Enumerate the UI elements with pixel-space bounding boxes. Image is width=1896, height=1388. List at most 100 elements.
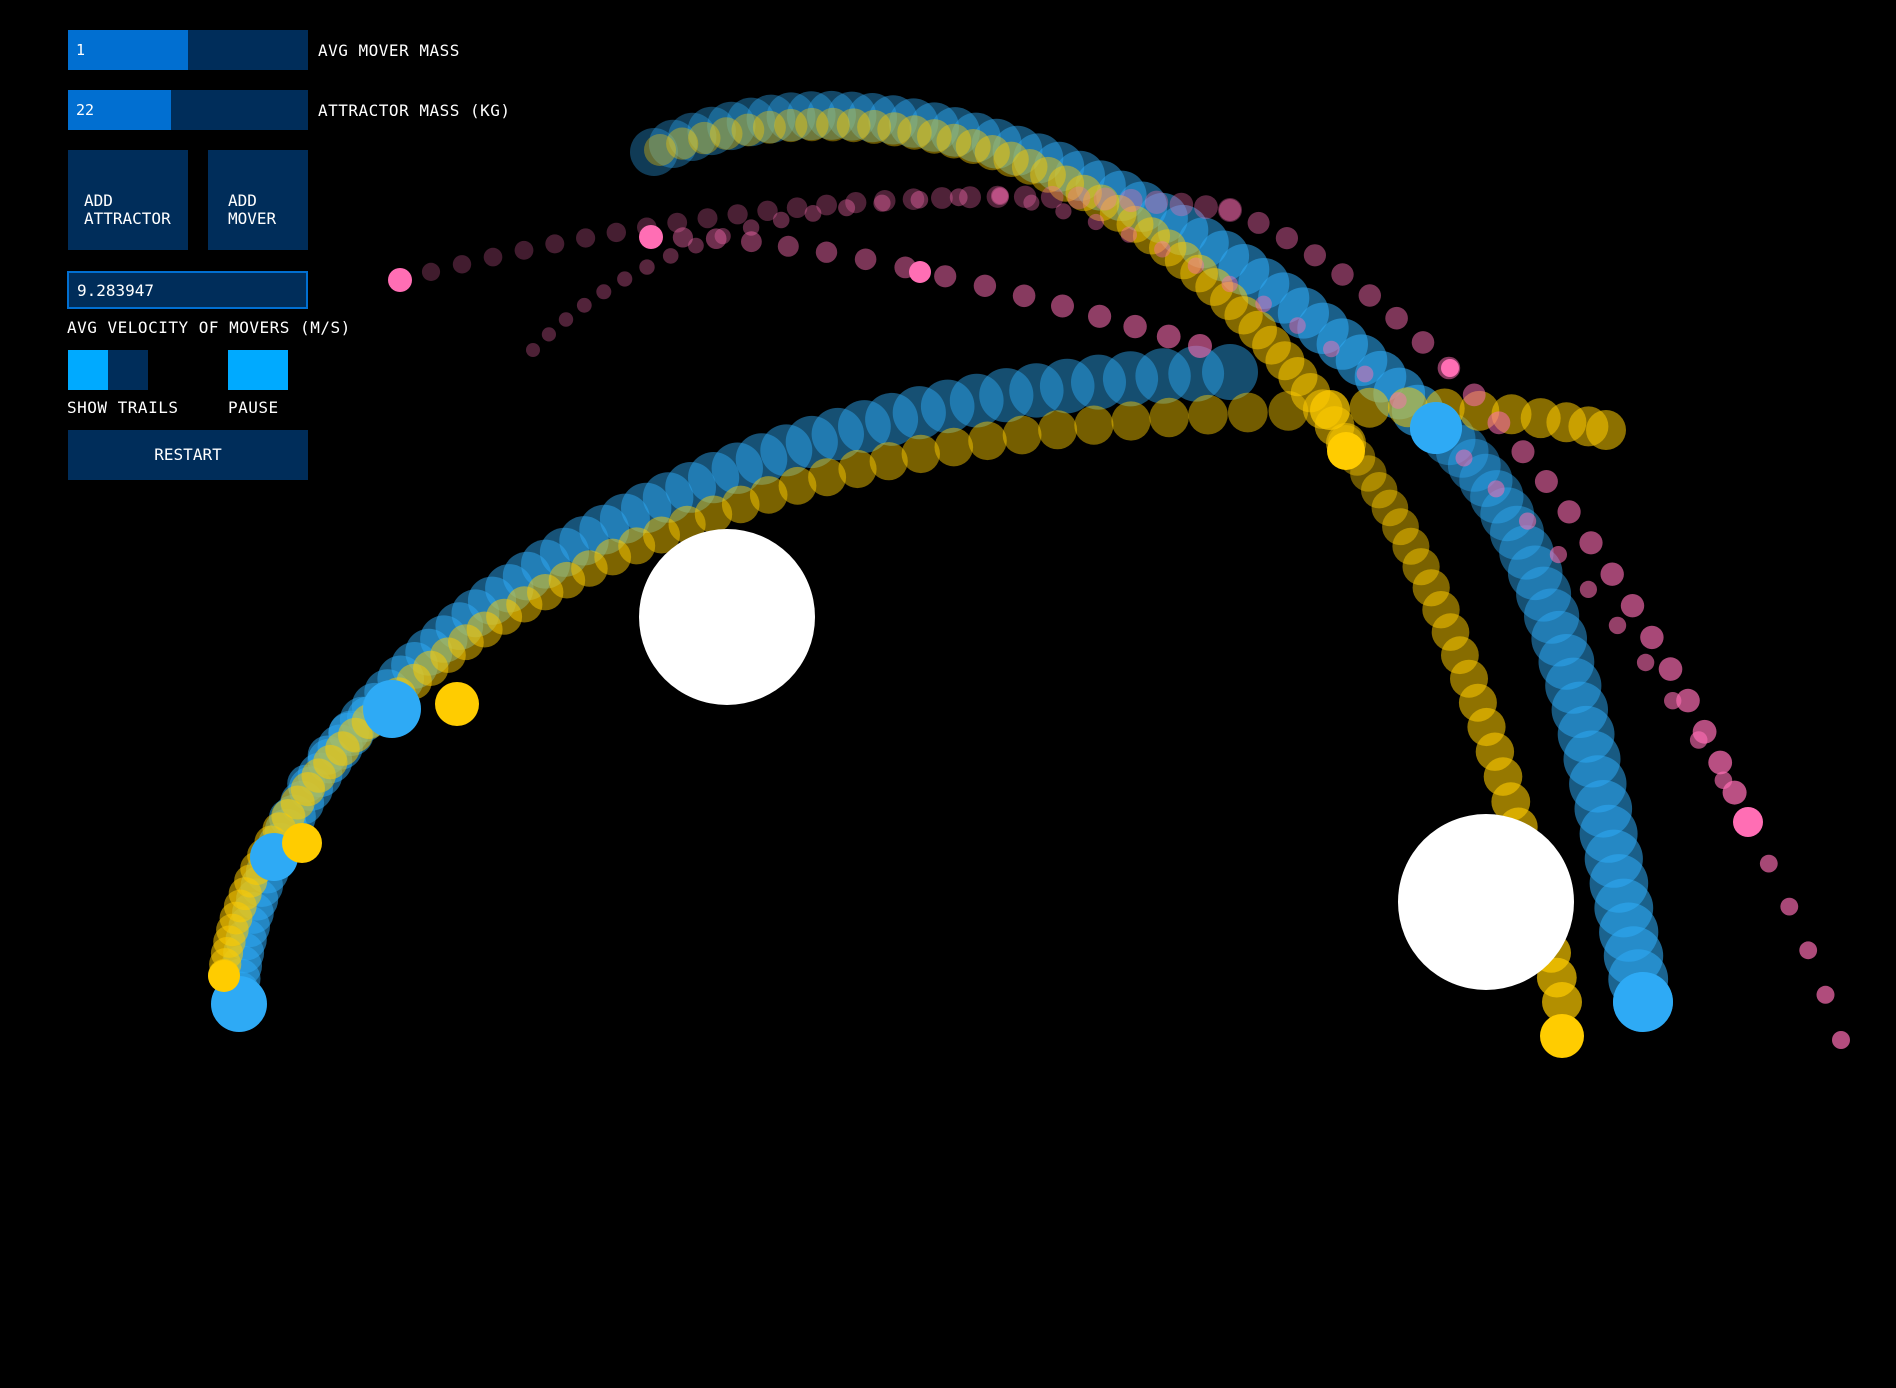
trail-dot [1144,190,1169,214]
trail-dot [1255,295,1272,313]
trail-dot [1111,401,1151,441]
avg-velocity-field[interactable] [67,271,308,309]
trail-dot [1119,188,1143,213]
trail-dot [1227,392,1268,433]
add-mover-button[interactable]: ADD MOVER [208,150,308,250]
toggle-knob [228,350,288,390]
trail-dot [910,190,929,209]
trail-dot [1487,480,1505,498]
slider-value: 1 [76,41,86,59]
show-trails-toggle[interactable] [68,350,148,390]
trail-dot [1323,340,1340,358]
mover [1613,972,1673,1032]
trail-dot [662,248,679,264]
trail-dot [1411,331,1435,354]
trail-dot [541,327,557,342]
attractor[interactable] [1398,814,1574,990]
trail-dot [934,427,974,467]
trail-dot [1358,284,1382,307]
trail-dot [1620,594,1645,618]
trail-dot [786,197,808,218]
show-trails-label: SHOW TRAILS [67,398,179,417]
mover [388,268,412,292]
avg-mover-mass-slider[interactable]: 1 [68,30,308,70]
trail-dot [483,247,503,267]
trail-dot [1310,390,1350,430]
trail-dot [1055,203,1072,220]
mover [1410,402,1462,454]
add-attractor-button[interactable]: ADD ATTRACTOR [68,150,188,250]
trail-dot [576,297,592,313]
trail-dot [1289,317,1306,334]
mover [208,960,240,992]
trail-dot [1640,625,1664,650]
mover [1733,807,1763,837]
mover [363,680,421,738]
trail-dot [1219,199,1241,221]
trail-dot [705,228,727,249]
pause-toggle[interactable] [228,350,288,390]
trail-dot [672,227,694,248]
attractor-mass-label: ATTRACTOR MASS (KG) [318,101,511,120]
trail-dot [741,231,762,253]
trail-dot [1586,410,1626,450]
trail-dot [854,248,877,271]
trail-dot [1093,187,1117,211]
trail-dot [514,240,534,260]
trail-dot [1169,192,1194,217]
trail-dot [727,204,748,225]
trail-dot [992,188,1008,204]
trail-dot [1534,470,1558,493]
avg-velocity-label: AVG VELOCITY OF MOVERS (M/S) [67,318,351,337]
trail-dot [617,271,633,287]
mover [435,682,479,726]
toggle-knob [68,350,108,390]
trail-dot [1832,1031,1850,1049]
trail-dot [1051,294,1074,318]
trail-dot [596,284,612,300]
trail-dot [1389,392,1407,409]
trail-dot [1579,531,1603,555]
trail-dot [804,205,822,222]
mover [1327,432,1365,470]
trail-dot [558,312,574,327]
trail-dot [1002,415,1042,455]
trail-dot [1188,334,1212,358]
trail-dot [1074,405,1114,445]
trail-dot [1689,731,1708,749]
mover [282,823,322,863]
button-label: RESTART [154,445,222,464]
attractor[interactable] [639,529,815,705]
trail-dot [772,211,790,229]
trail-dot [1275,227,1298,250]
trail-dot [1455,449,1473,467]
trail-dot [1549,546,1567,564]
trail-dot [901,434,940,474]
trail-dot [576,228,596,248]
trail-dot [1123,314,1147,339]
button-label: ADD [228,191,257,210]
trail-dot [1487,411,1511,435]
trail-dot [931,187,953,209]
trail-dot [1349,387,1390,428]
trail-dot [1202,344,1258,400]
slider-fill [68,30,188,70]
button-label: ATTRACTOR [84,209,171,228]
trail-dot [639,259,655,275]
trail-dot [815,241,838,263]
button-label: MOVER [228,209,277,228]
trail-dot [1067,186,1091,210]
trail-dot [526,343,540,357]
attractor-mass-slider[interactable]: 22 [68,90,308,130]
trail-dot [1799,941,1818,960]
trail-dot [1608,616,1627,635]
trail-dot [606,222,626,243]
trail-dot [1708,750,1733,775]
trail-dot [1120,226,1137,243]
restart-button[interactable]: RESTART [68,430,308,480]
trail-dot [1557,500,1581,524]
trail-dot [1462,383,1486,407]
mover [1540,1014,1584,1058]
trail-dot [934,265,957,288]
trail-dot [1600,562,1624,586]
